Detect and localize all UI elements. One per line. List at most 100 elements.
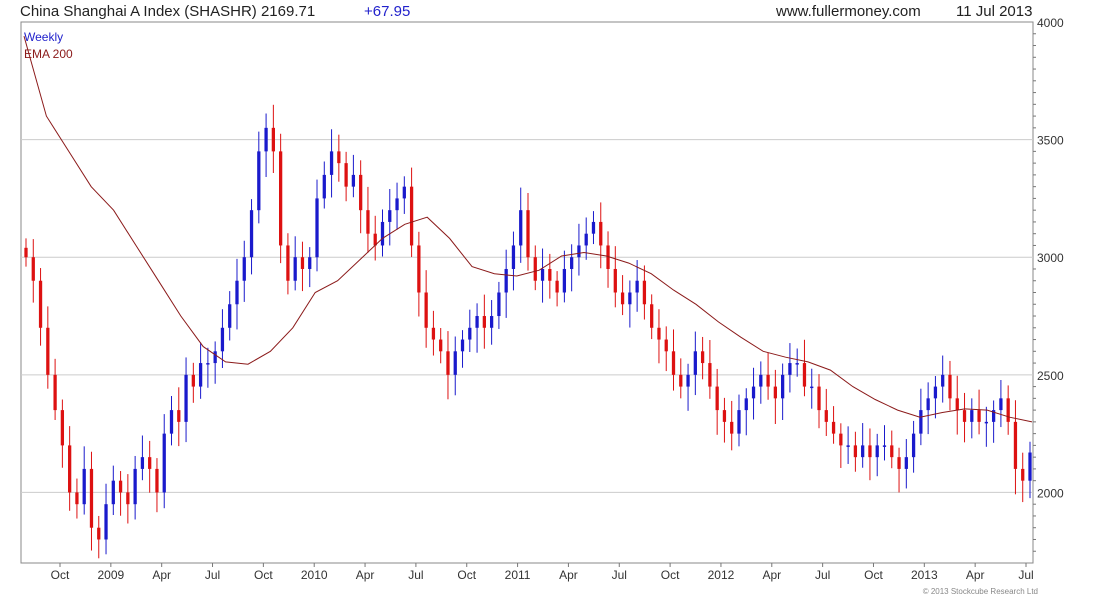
candle-body	[242, 257, 246, 281]
candle-body	[249, 210, 254, 258]
candle-body	[409, 186, 414, 246]
candle-body	[831, 421, 836, 434]
candle-body	[773, 386, 777, 399]
candle-body	[308, 257, 312, 269]
candle-body	[620, 292, 625, 305]
candle-body	[497, 292, 501, 317]
candle-body	[540, 268, 545, 281]
candle-body	[839, 433, 843, 446]
candle-body	[955, 398, 959, 411]
x-tick-label: Oct	[661, 568, 680, 582]
candle-body	[271, 127, 275, 152]
x-tick-label: Oct	[254, 568, 273, 582]
candle-body	[89, 468, 94, 528]
candle-body	[933, 386, 938, 399]
candle-body	[722, 410, 727, 422]
candle-body	[759, 374, 763, 387]
y-tick-label: 4000	[1037, 16, 1064, 30]
candle-body	[511, 245, 516, 269]
candle-body	[657, 327, 661, 340]
candle-body	[613, 268, 617, 293]
candle-body	[97, 527, 101, 540]
candle-body	[431, 327, 436, 340]
candle-body	[730, 421, 734, 434]
x-tick-label: 2011	[505, 568, 531, 582]
candle-body	[329, 151, 334, 175]
candle-body	[206, 363, 210, 365]
candle-body	[999, 398, 1003, 411]
x-tick-label: 2010	[301, 568, 328, 582]
candle-body	[962, 410, 967, 422]
candle-body	[118, 480, 123, 493]
x-tick-label: Apr	[966, 568, 985, 582]
x-tick-label: Apr	[559, 568, 578, 582]
candle-body	[133, 468, 137, 505]
candle-body	[766, 374, 770, 387]
candle-body	[184, 374, 188, 422]
candle-body	[868, 445, 872, 458]
x-tick-label: Jul	[205, 568, 220, 582]
candle-body	[526, 210, 530, 258]
candle-body	[475, 316, 479, 328]
candle-body	[424, 292, 428, 328]
candle-body	[300, 257, 305, 269]
candlestick-chart: 2000 2500 3000 3500 4000 Oct 2009 Apr Jul Oct 201…	[20, 16, 1064, 582]
candle-body	[60, 410, 65, 446]
candle-body	[948, 374, 952, 399]
candle-body	[46, 327, 50, 375]
candle-body	[897, 457, 901, 469]
candle-body	[737, 410, 741, 434]
x-tick-label: Oct	[51, 568, 70, 582]
x-tick-label: Apr	[152, 568, 171, 582]
legend-weekly: Weekly	[24, 30, 63, 44]
candle-body	[555, 280, 559, 293]
candle-body	[220, 327, 225, 352]
candle-body	[795, 363, 799, 365]
candle-body	[744, 398, 748, 411]
candle-body	[635, 280, 639, 293]
candle-body	[31, 257, 35, 281]
y-tick-label: 3500	[1037, 134, 1064, 148]
legend-ema: EMA 200	[24, 47, 73, 61]
candle-body	[977, 410, 981, 422]
candle-body	[628, 292, 632, 305]
candle-body	[693, 351, 697, 375]
x-axis-ticks: Oct 2009 Apr Jul Oct 2010 Apr Jul Oct 2011 Apr Jul O…	[51, 563, 1034, 582]
candle-body	[1028, 452, 1032, 481]
candle-body	[53, 374, 57, 411]
candle-body	[351, 174, 356, 187]
candle-body	[322, 174, 326, 199]
candle-body	[875, 445, 879, 458]
candle-body	[140, 457, 145, 469]
plot-area	[20, 21, 1034, 564]
x-tick-label: 2009	[97, 568, 124, 582]
candle-body	[402, 186, 406, 199]
x-tick-label: Jul	[1018, 568, 1033, 582]
candle-body	[38, 280, 43, 328]
candle-body	[468, 327, 472, 340]
y-tick-label: 2000	[1037, 486, 1064, 500]
candle-body	[75, 492, 79, 505]
candle-body	[148, 457, 152, 469]
x-tick-label: Apr	[356, 568, 375, 582]
candle-body	[882, 445, 887, 447]
x-tick-label: Apr	[762, 568, 781, 582]
candle-body	[679, 374, 683, 387]
candle-body	[293, 257, 297, 281]
candle-body	[337, 151, 341, 164]
candle-body	[191, 374, 195, 387]
y-tick-label: 2500	[1037, 369, 1064, 383]
candle-body	[533, 257, 537, 281]
candle-body	[177, 410, 181, 422]
candle-body	[751, 386, 756, 399]
candle-body	[198, 363, 203, 387]
candle-body	[111, 480, 115, 505]
candle-body	[715, 386, 719, 411]
candle-body	[359, 174, 363, 211]
candle-body	[213, 351, 217, 364]
candle-body	[911, 433, 916, 458]
x-tick-label: Jul	[408, 568, 423, 582]
candle-body	[1006, 398, 1010, 422]
candle-body	[162, 433, 166, 493]
candle-body	[817, 386, 821, 411]
